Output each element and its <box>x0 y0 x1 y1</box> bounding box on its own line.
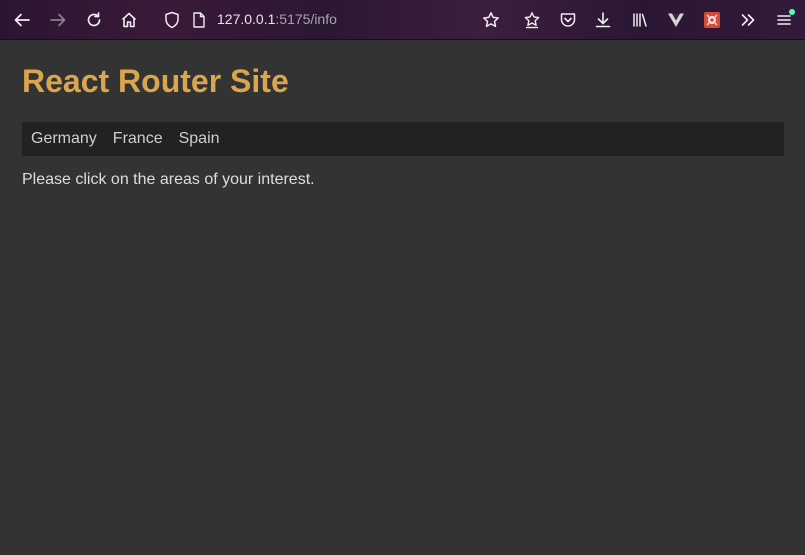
back-arrow-icon[interactable] <box>10 8 34 32</box>
intro-text: Please click on the areas of your intere… <box>22 171 315 188</box>
bookmark-star-icon[interactable] <box>479 8 503 32</box>
downloads-icon[interactable] <box>591 8 615 32</box>
url-host: 127.0.0.1 <box>217 11 276 27</box>
library-icon[interactable] <box>628 8 652 32</box>
url-path: :5175/info <box>275 11 337 27</box>
extension-icon[interactable] <box>700 8 724 32</box>
url-bar[interactable]: 127.0.0.1:5175/info <box>160 7 460 33</box>
nav-link-spain[interactable]: Spain <box>179 130 220 148</box>
browser-toolbar: 127.0.0.1:5175/info <box>0 0 805 40</box>
nav-link-germany[interactable]: Germany <box>31 130 97 148</box>
vue-devtools-icon[interactable] <box>664 8 688 32</box>
home-icon[interactable] <box>117 8 141 32</box>
country-nav: Germany France Spain <box>22 122 784 156</box>
page-info-icon[interactable] <box>187 8 211 32</box>
page-title: React Router Site <box>22 63 289 99</box>
reload-icon[interactable] <box>82 8 106 32</box>
tracking-protection-shield-icon[interactable] <box>160 8 184 32</box>
hamburger-menu-icon[interactable] <box>772 8 796 32</box>
nav-link-france[interactable]: France <box>113 130 163 148</box>
overflow-chevrons-icon[interactable] <box>736 8 760 32</box>
pocket-icon[interactable] <box>556 8 580 32</box>
bookmarks-star-list-icon[interactable] <box>520 8 544 32</box>
update-badge <box>789 9 795 15</box>
url-text[interactable]: 127.0.0.1:5175/info <box>217 11 337 27</box>
page-content: React Router Site Germany France Spain P… <box>0 41 805 555</box>
forward-arrow-icon[interactable] <box>46 8 70 32</box>
